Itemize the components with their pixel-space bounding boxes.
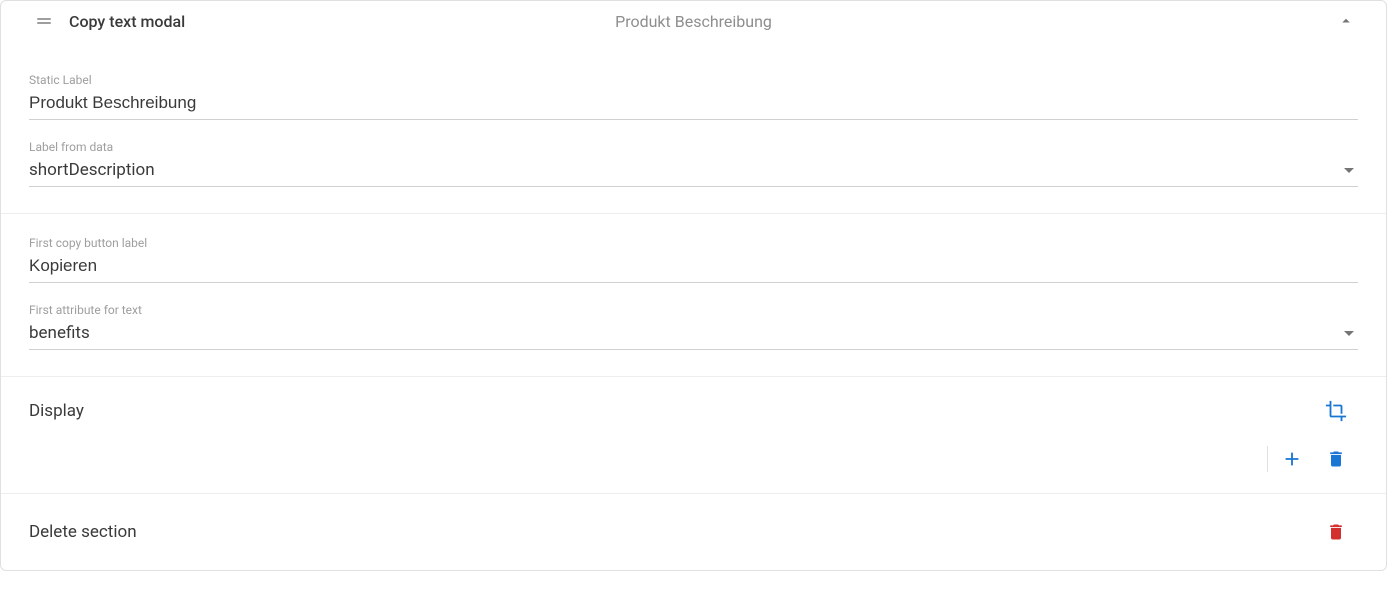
- display-section: Display: [1, 376, 1386, 493]
- plus-icon: [1281, 448, 1303, 470]
- crop-icon: [1325, 400, 1347, 422]
- field-group-1: Static Label Label from data shortDescri…: [1, 57, 1386, 213]
- header-title: Copy text modal: [69, 12, 185, 31]
- delete-section-button[interactable]: [1314, 514, 1358, 550]
- add-button[interactable]: [1270, 441, 1314, 477]
- first-attribute-for-text-select[interactable]: benefits: [29, 321, 1344, 345]
- dropdown-arrow-icon: [1344, 331, 1354, 336]
- section-panel: Copy text modal Produkt Beschreibung Sta…: [0, 0, 1387, 571]
- field-label: First attribute for text: [29, 303, 1358, 317]
- static-label-input[interactable]: [29, 91, 1358, 115]
- section-header: Copy text modal Produkt Beschreibung: [1, 1, 1386, 57]
- label-from-data-select[interactable]: shortDescription: [29, 158, 1344, 182]
- header-subtitle: Produkt Beschreibung: [615, 12, 772, 31]
- display-row-bottom: [1, 435, 1386, 493]
- dropdown-arrow-icon: [1344, 168, 1354, 173]
- icon-divider: [1267, 446, 1268, 472]
- static-label-field: Static Label: [29, 73, 1358, 120]
- field-input-wrap: [29, 91, 1358, 120]
- drag-handle-icon[interactable]: [37, 18, 51, 24]
- field-input-wrap: [29, 254, 1358, 283]
- display-row-top: Display: [1, 377, 1386, 435]
- first-copy-button-label-input[interactable]: [29, 254, 1358, 278]
- label-from-data-field: Label from data shortDescription: [29, 140, 1358, 187]
- first-attribute-for-text-field: First attribute for text benefits: [29, 303, 1358, 350]
- field-label: First copy button label: [29, 236, 1358, 250]
- field-label: Static Label: [29, 73, 1358, 87]
- crop-button[interactable]: [1314, 393, 1358, 429]
- field-input-wrap[interactable]: benefits: [29, 321, 1358, 350]
- first-copy-button-label-field: First copy button label: [29, 236, 1358, 283]
- delete-section-row: Delete section: [1, 493, 1386, 570]
- delete-section-label: Delete section: [29, 522, 1314, 542]
- trash-icon: [1326, 449, 1346, 469]
- collapse-button[interactable]: [1334, 9, 1358, 33]
- field-input-wrap[interactable]: shortDescription: [29, 158, 1358, 187]
- delete-display-button[interactable]: [1314, 441, 1358, 477]
- trash-icon: [1326, 522, 1346, 542]
- field-group-2: First copy button label First attribute …: [1, 213, 1386, 376]
- field-label: Label from data: [29, 140, 1358, 154]
- chevron-up-icon: [1337, 12, 1355, 30]
- display-label: Display: [29, 401, 1314, 421]
